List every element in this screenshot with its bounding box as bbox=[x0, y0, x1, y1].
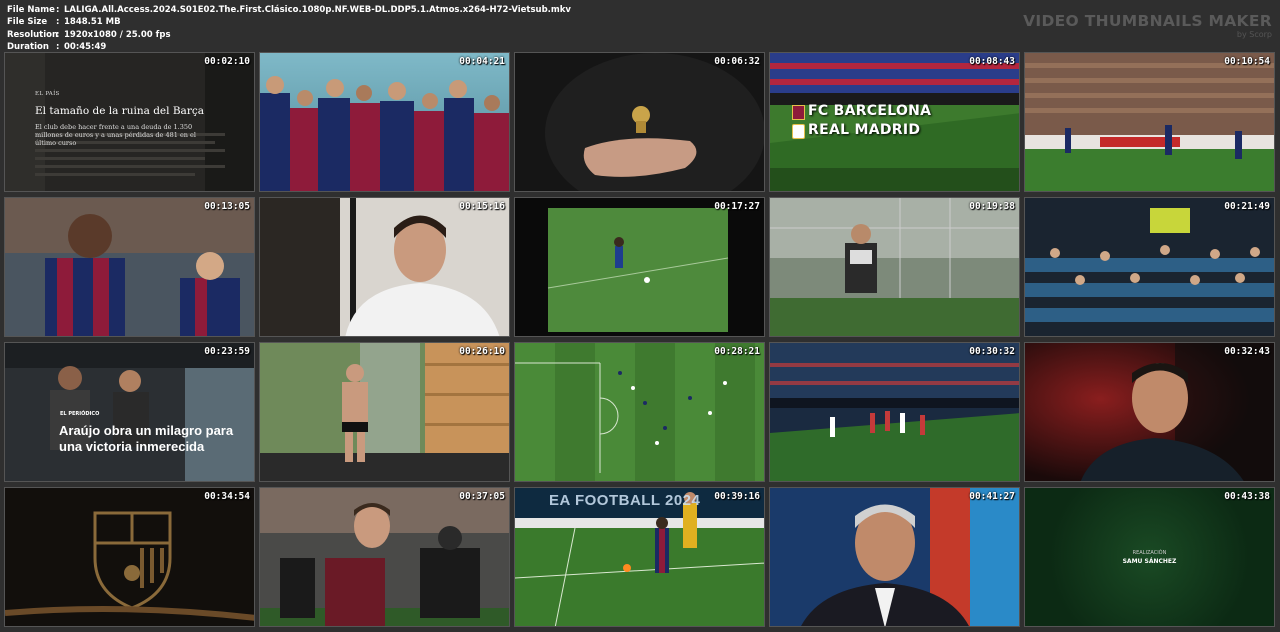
scene-image bbox=[515, 198, 764, 336]
thumbnail[interactable]: 00:13:05 bbox=[4, 197, 255, 337]
timestamp: 00:34:54 bbox=[204, 491, 250, 502]
thumbnail[interactable]: REALIZACIÓN SAMU SÁNCHEZ 00:43:38 bbox=[1024, 487, 1275, 627]
newspaper-source: EL PERIÓDICO bbox=[60, 411, 100, 417]
scene-image bbox=[5, 198, 254, 336]
file-metadata: File Name: LALIGA.All.Access.2024.S01E02.… bbox=[7, 4, 571, 53]
scene-image bbox=[260, 488, 509, 626]
thumbnail[interactable]: 00:26:10 bbox=[259, 342, 510, 482]
thumbnail-grid: EL PAÍS El tamaño de la ruina del Barça … bbox=[4, 52, 1275, 627]
meta-file-name: File Name: LALIGA.All.Access.2024.S01E02.… bbox=[7, 5, 571, 15]
thumbnail[interactable]: 00:06:32 bbox=[514, 52, 765, 192]
meta-file-size: File Size:1848.51 MB bbox=[7, 17, 121, 28]
scene-image bbox=[770, 343, 1019, 481]
timestamp: 00:15:16 bbox=[459, 201, 505, 212]
scene-image bbox=[770, 198, 1019, 336]
scene-image bbox=[260, 198, 509, 336]
timestamp: 00:28:21 bbox=[714, 346, 760, 357]
timestamp: 00:26:10 bbox=[459, 346, 505, 357]
advertising-board: EA FOOTBALL 2024 bbox=[549, 492, 701, 509]
thumbnail[interactable]: 00:21:49 bbox=[1024, 197, 1275, 337]
thumbnail[interactable]: 00:32:43 bbox=[1024, 342, 1275, 482]
thumbnail[interactable]: 00:15:16 bbox=[259, 197, 510, 337]
timestamp: 00:06:32 bbox=[714, 56, 760, 67]
timestamp: 00:30:32 bbox=[969, 346, 1015, 357]
timestamp: 00:23:59 bbox=[204, 346, 250, 357]
barca-crest-icon bbox=[792, 105, 805, 120]
newspaper-body: El club debe hacer frente a una deuda de… bbox=[35, 123, 196, 147]
thumbnail[interactable]: EL PERIÓDICO Araújo obra un milagro para… bbox=[4, 342, 255, 482]
scene-image bbox=[770, 488, 1019, 626]
timestamp: 00:32:43 bbox=[1224, 346, 1270, 357]
thumbnail[interactable]: EA FOOTBALL 2024 00:39:16 bbox=[514, 487, 765, 627]
brand-subtitle: by Scorp bbox=[1236, 30, 1272, 39]
thumbnail[interactable]: 00:28:21 bbox=[514, 342, 765, 482]
title-team-1: FC BARCELONA bbox=[808, 103, 932, 119]
newspaper-headline: El tamaño de la ruina del Barça bbox=[35, 105, 204, 117]
scene-image bbox=[515, 343, 764, 481]
timestamp: 00:41:27 bbox=[969, 491, 1015, 502]
scene-image bbox=[260, 343, 509, 481]
timestamp: 00:21:49 bbox=[1224, 201, 1270, 212]
thumbnail[interactable]: FC BARCELONA REAL MADRID 00:08:43 bbox=[769, 52, 1020, 192]
credit-name: SAMU SÁNCHEZ bbox=[1122, 558, 1177, 565]
thumbnail[interactable]: 00:34:54 bbox=[4, 487, 255, 627]
thumbnail[interactable]: 00:30:32 bbox=[769, 342, 1020, 482]
timestamp: 00:19:38 bbox=[969, 201, 1015, 212]
credit-role: REALIZACIÓN bbox=[1132, 550, 1167, 556]
timestamp: 00:04:21 bbox=[459, 56, 505, 67]
scene-image bbox=[1025, 343, 1274, 481]
brand-watermark: VIDEO THUMBNAILS MAKER by Scorp bbox=[1023, 12, 1272, 39]
scene-image bbox=[5, 488, 254, 626]
timestamp: 00:37:05 bbox=[459, 491, 505, 502]
thumbnail[interactable]: 00:10:54 bbox=[1024, 52, 1275, 192]
scene-image bbox=[515, 53, 764, 191]
timestamp: 00:43:38 bbox=[1224, 491, 1270, 502]
thumbnail[interactable]: EL PAÍS El tamaño de la ruina del Barça … bbox=[4, 52, 255, 192]
madrid-crest-icon bbox=[792, 124, 805, 139]
scene-image bbox=[1025, 53, 1274, 191]
thumbnail[interactable]: 00:19:38 bbox=[769, 197, 1020, 337]
scene-image bbox=[1025, 198, 1274, 336]
timestamp: 00:02:10 bbox=[204, 56, 250, 67]
newspaper-source: EL PAÍS bbox=[35, 91, 60, 97]
timestamp: 00:13:05 bbox=[204, 201, 250, 212]
thumbnail[interactable]: 00:37:05 bbox=[259, 487, 510, 627]
thumbnail[interactable]: 00:41:27 bbox=[769, 487, 1020, 627]
scene-image bbox=[5, 343, 254, 481]
thumbnail[interactable]: 00:17:27 bbox=[514, 197, 765, 337]
title-team-2: REAL MADRID bbox=[808, 122, 921, 138]
scene-image bbox=[260, 53, 509, 191]
thumbnail[interactable]: 00:04:21 bbox=[259, 52, 510, 192]
brand-title: VIDEO THUMBNAILS MAKER bbox=[1023, 12, 1272, 30]
timestamp: 00:39:16 bbox=[714, 491, 760, 502]
newspaper-headline: Araújo obra un milagro para una victoria… bbox=[59, 423, 234, 454]
meta-resolution: Resolution:1920x1080 / 25.00 fps bbox=[7, 29, 171, 40]
timestamp: 00:10:54 bbox=[1224, 56, 1270, 67]
timestamp: 00:17:27 bbox=[714, 201, 760, 212]
timestamp: 00:08:43 bbox=[969, 56, 1015, 67]
